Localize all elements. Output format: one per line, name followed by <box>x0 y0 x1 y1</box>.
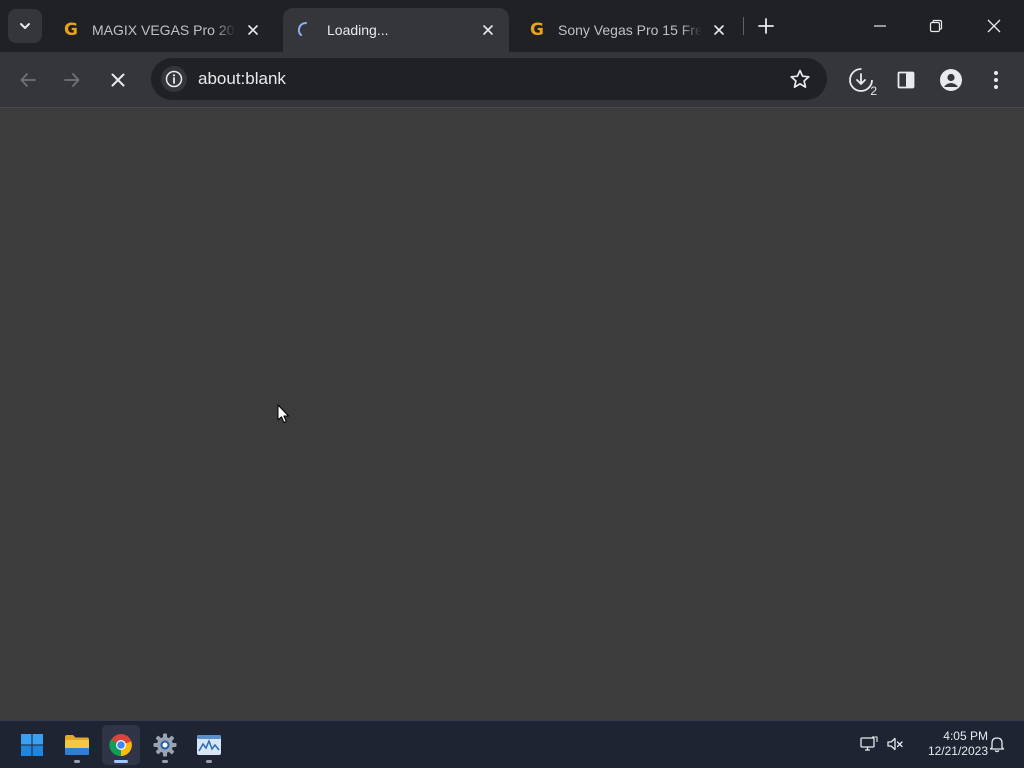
taskbar-settings[interactable] <box>146 725 184 765</box>
new-tab-button[interactable] <box>752 12 780 40</box>
tab-title: Loading... <box>327 22 389 38</box>
start-button[interactable] <box>13 725 51 765</box>
taskbar-chrome[interactable] <box>102 725 140 765</box>
downloads-count: 2 <box>870 84 877 98</box>
tab-separator <box>743 17 744 35</box>
kebab-menu-icon <box>993 70 999 90</box>
browser-menu-button[interactable] <box>978 62 1014 98</box>
chevron-down-icon <box>18 19 32 33</box>
minimize-button[interactable] <box>852 0 908 52</box>
profile-button[interactable] <box>933 62 969 98</box>
close-icon <box>110 72 126 88</box>
tab-loading[interactable]: Loading... <box>283 8 509 52</box>
clock-time: 4:05 PM <box>943 729 988 743</box>
side-panel-icon <box>897 71 915 89</box>
info-icon <box>165 70 183 88</box>
g-favicon-icon: G <box>64 20 78 40</box>
taskbar-task-manager[interactable] <box>190 725 228 765</box>
url-text[interactable]: about:blank <box>198 58 286 100</box>
tab-magix-vegas[interactable]: G MAGIX VEGAS Pro 20 <box>48 8 274 52</box>
bookmark-star-button[interactable] <box>789 68 811 90</box>
chrome-icon <box>109 733 133 757</box>
taskbar-file-explorer[interactable] <box>58 725 96 765</box>
site-info-button[interactable] <box>161 66 187 92</box>
close-tab-icon[interactable] <box>244 21 262 39</box>
tab-search-button[interactable] <box>8 9 42 43</box>
arrow-left-icon <box>19 71 37 89</box>
taskbar-clock[interactable]: 4:05 PM 12/21/2023 <box>912 729 988 759</box>
windows-taskbar: 4:05 PM 12/21/2023 <box>0 720 1024 768</box>
gear-icon <box>153 733 177 757</box>
tab-title: Sony Vegas Pro 15 Free <box>558 22 702 38</box>
clock-date: 12/21/2023 <box>927 744 988 758</box>
loading-spinner-icon <box>297 21 315 39</box>
close-icon <box>986 18 1002 34</box>
arrow-right-icon <box>63 71 81 89</box>
side-panel-button[interactable] <box>888 62 924 98</box>
tray-display-icon[interactable] <box>858 733 880 755</box>
page-content <box>0 109 1024 720</box>
avatar-icon <box>939 68 963 92</box>
g-favicon-icon: G <box>530 20 544 40</box>
tray-volume-muted-icon[interactable] <box>884 733 906 755</box>
notification-bell-icon[interactable] <box>986 733 1008 755</box>
forward-button[interactable] <box>54 62 90 98</box>
windows-logo-icon <box>20 733 44 757</box>
star-icon <box>789 68 811 90</box>
downloads-button[interactable]: 2 <box>843 62 879 98</box>
tab-strip: G MAGIX VEGAS Pro 20 Loading... G Sony V… <box>0 0 1024 52</box>
restore-button[interactable] <box>908 0 964 52</box>
mouse-cursor-icon <box>277 404 291 424</box>
close-tab-icon[interactable] <box>479 21 497 39</box>
close-tab-icon[interactable] <box>710 21 728 39</box>
close-window-button[interactable] <box>966 0 1022 52</box>
tab-title: MAGIX VEGAS Pro 20 <box>92 22 235 38</box>
tab-sony-vegas[interactable]: G Sony Vegas Pro 15 Free <box>514 8 740 52</box>
browser-toolbar: about:blank 2 <box>0 52 1024 108</box>
plus-icon <box>758 18 774 34</box>
task-manager-icon <box>196 734 222 756</box>
minimize-icon <box>873 19 887 33</box>
address-bar[interactable]: about:blank <box>151 58 827 100</box>
back-button[interactable] <box>10 62 46 98</box>
folder-icon <box>64 734 90 756</box>
restore-icon <box>929 19 943 33</box>
stop-loading-button[interactable] <box>100 62 136 98</box>
